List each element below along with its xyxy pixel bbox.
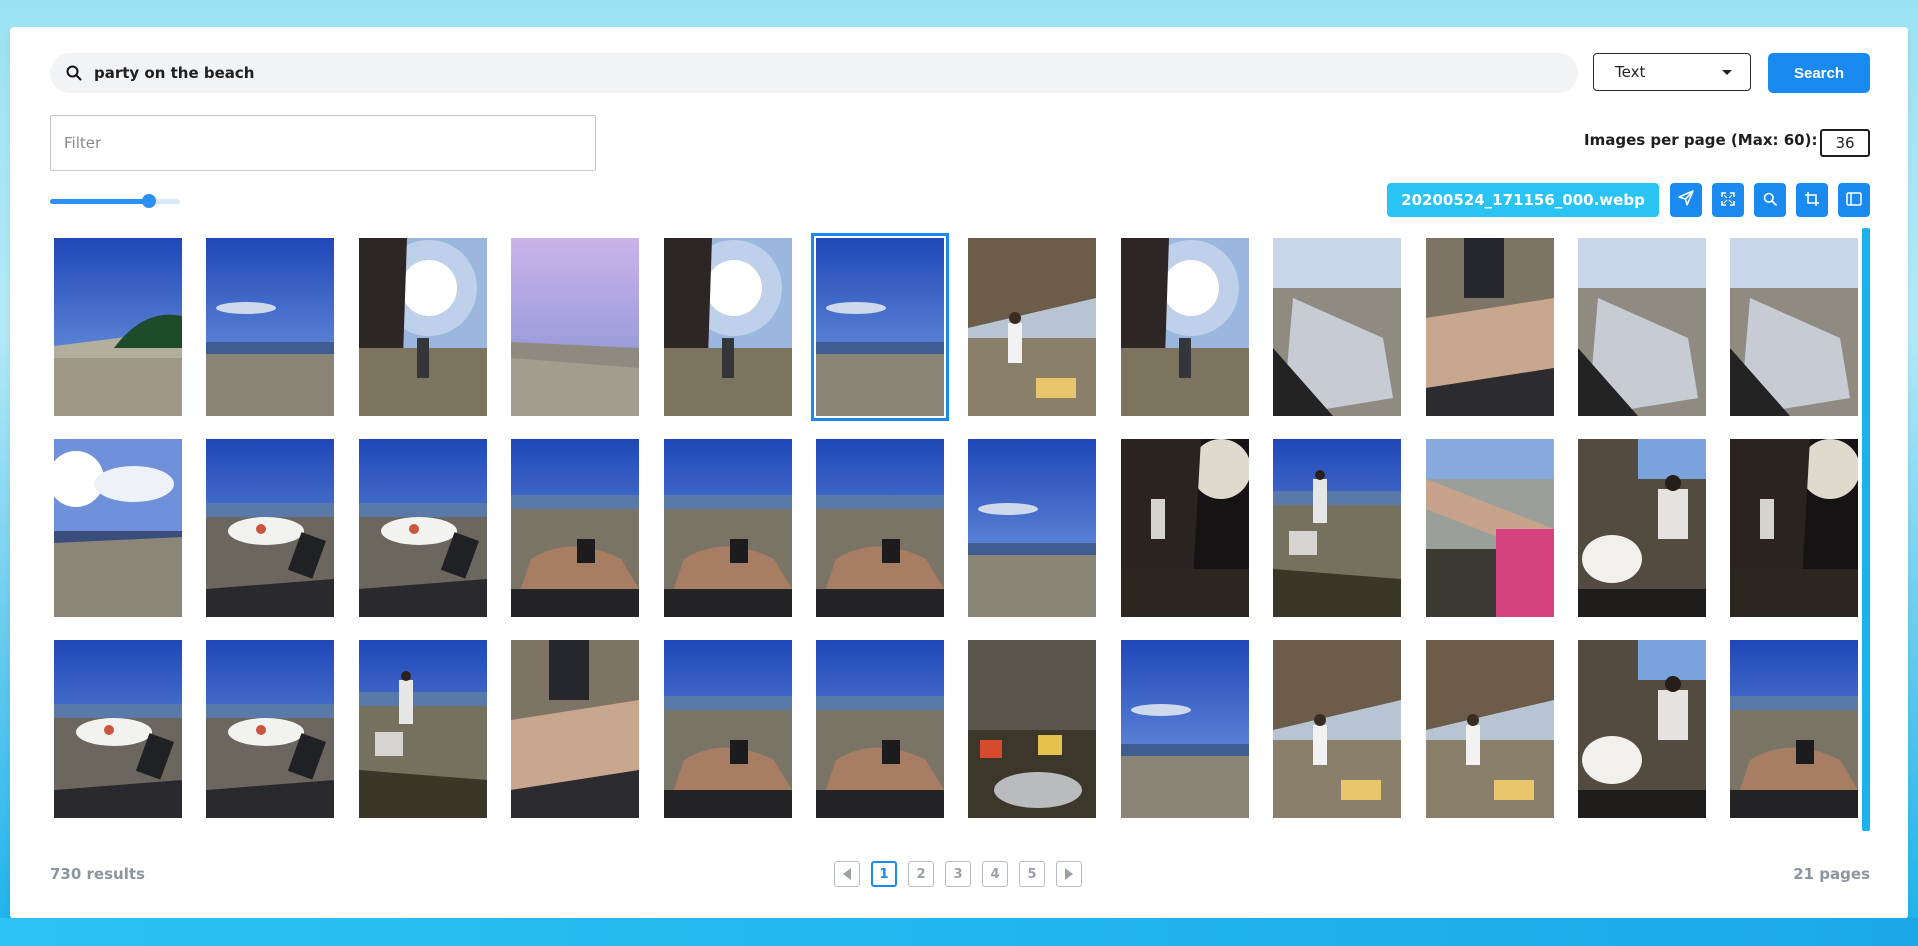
image-thumbnail[interactable] xyxy=(816,439,944,617)
image-thumbnail[interactable] xyxy=(1426,640,1554,818)
next-page-button[interactable] xyxy=(1056,861,1082,887)
crop-button[interactable] xyxy=(1796,183,1828,217)
image-thumbnail[interactable] xyxy=(811,233,949,421)
search-bar[interactable] xyxy=(50,53,1578,93)
fullscreen-button[interactable] xyxy=(1712,183,1744,217)
image-thumbnail[interactable] xyxy=(511,439,639,617)
search-icon xyxy=(1763,191,1777,210)
image-thumbnail[interactable] xyxy=(54,640,182,818)
chevron-down-icon xyxy=(1722,69,1732,75)
crop-icon xyxy=(1805,191,1819,210)
send-button[interactable] xyxy=(1670,183,1702,217)
bottom-band xyxy=(0,918,1918,946)
pagination: 1 2 3 4 5 xyxy=(834,861,1082,887)
page-button-4[interactable]: 4 xyxy=(982,861,1008,887)
slider-fill xyxy=(50,199,149,204)
image-thumbnail[interactable] xyxy=(511,238,639,416)
image-thumbnail[interactable] xyxy=(1730,640,1858,818)
image-thumbnail[interactable] xyxy=(511,640,639,818)
image-thumbnail[interactable] xyxy=(1273,439,1401,617)
image-thumbnail[interactable] xyxy=(1730,439,1858,617)
filter-input[interactable] xyxy=(50,115,596,171)
image-thumbnail[interactable] xyxy=(1426,439,1554,617)
image-thumbnail[interactable] xyxy=(1578,640,1706,818)
image-thumbnail[interactable] xyxy=(206,439,334,617)
page-button-5[interactable]: 5 xyxy=(1019,861,1045,887)
image-thumbnail[interactable] xyxy=(968,238,1096,416)
image-grid xyxy=(50,233,1860,824)
image-thumbnail[interactable] xyxy=(664,238,792,416)
image-thumbnail[interactable] xyxy=(1273,640,1401,818)
image-thumbnail[interactable] xyxy=(1730,238,1858,416)
zoom-button[interactable] xyxy=(1754,183,1786,217)
image-thumbnail[interactable] xyxy=(664,439,792,617)
expand-icon xyxy=(1721,191,1735,210)
scrollbar[interactable] xyxy=(1862,228,1870,831)
slider-thumb[interactable] xyxy=(141,194,156,208)
image-thumbnail[interactable] xyxy=(816,640,944,818)
previous-page-button[interactable] xyxy=(834,861,860,887)
image-thumbnail[interactable] xyxy=(1121,238,1249,416)
search-mode-select[interactable]: Text xyxy=(1593,53,1751,91)
thumbnail-size-slider[interactable] xyxy=(50,193,180,209)
image-thumbnail[interactable] xyxy=(1578,439,1706,617)
image-thumbnail[interactable] xyxy=(54,238,182,416)
page-button-1[interactable]: 1 xyxy=(871,861,897,887)
image-thumbnail[interactable] xyxy=(664,640,792,818)
image-thumbnail[interactable] xyxy=(1578,238,1706,416)
page-button-3[interactable]: 3 xyxy=(945,861,971,887)
image-thumbnail[interactable] xyxy=(1121,439,1249,617)
search-button[interactable]: Search xyxy=(1768,53,1870,93)
chevron-right-icon xyxy=(1065,868,1073,880)
panel-icon xyxy=(1846,191,1862,210)
image-thumbnail[interactable] xyxy=(968,640,1096,818)
image-thumbnail[interactable] xyxy=(968,439,1096,617)
image-thumbnail[interactable] xyxy=(1273,238,1401,416)
image-thumbnail[interactable] xyxy=(359,238,487,416)
image-thumbnail[interactable] xyxy=(206,640,334,818)
image-thumbnail[interactable] xyxy=(54,439,182,617)
search-icon xyxy=(64,63,84,83)
selected-filename[interactable]: 20200524_171156_000.webp xyxy=(1387,183,1659,217)
image-thumbnail[interactable] xyxy=(206,238,334,416)
page-button-2[interactable]: 2 xyxy=(908,861,934,887)
image-thumbnail[interactable] xyxy=(1121,640,1249,818)
search-input[interactable] xyxy=(94,64,1494,82)
panel-toggle-button[interactable] xyxy=(1838,183,1870,217)
send-icon xyxy=(1678,190,1694,210)
chevron-left-icon xyxy=(843,868,851,880)
search-mode-value: Text xyxy=(1615,63,1646,81)
pages-count: 21 pages xyxy=(1793,865,1870,883)
images-per-page-input[interactable] xyxy=(1820,129,1870,157)
image-thumbnail[interactable] xyxy=(359,640,487,818)
results-count: 730 results xyxy=(50,865,145,883)
images-per-page-label: Images per page (Max: 60): xyxy=(1584,131,1818,149)
image-thumbnail[interactable] xyxy=(359,439,487,617)
image-thumbnail[interactable] xyxy=(1426,238,1554,416)
